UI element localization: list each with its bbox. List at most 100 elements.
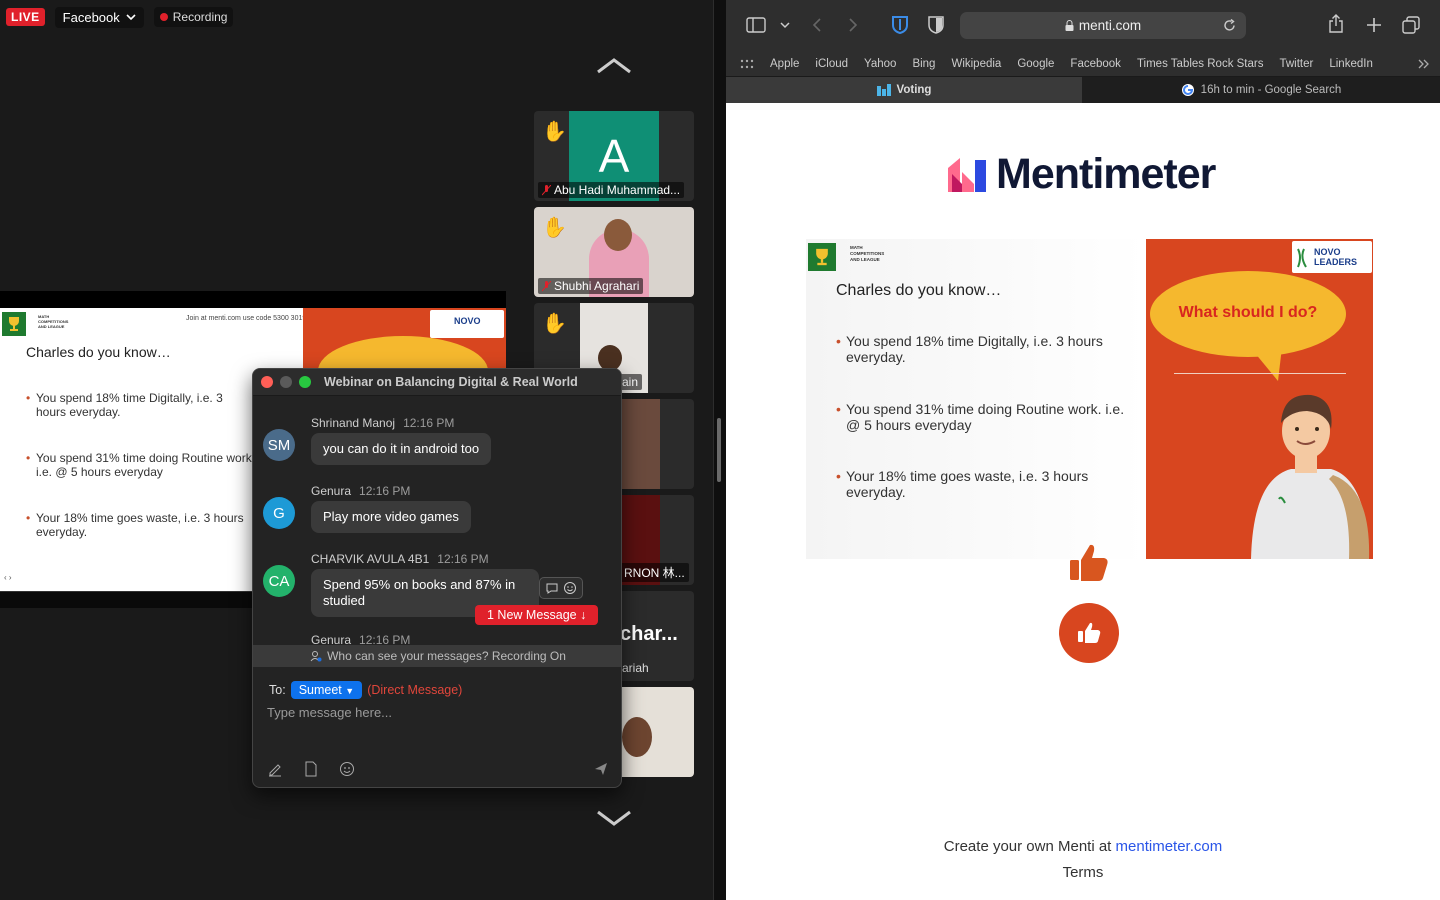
character-illustration — [1251, 394, 1370, 559]
favorite-link[interactable]: Facebook — [1070, 58, 1121, 70]
message-header: Genura 12:16 PM — [311, 484, 410, 498]
recording-indicator[interactable]: Recording — [153, 7, 234, 27]
message-header: CHARVIK AVULA 4B1 12:16 PM — [311, 552, 489, 566]
scroll-down-chevron-icon[interactable] — [594, 808, 634, 828]
forward-icon[interactable] — [848, 17, 858, 33]
chevron-down-icon[interactable] — [780, 22, 790, 29]
participant-name-text: Shubhi Agrahari — [554, 279, 640, 293]
share-icon[interactable] — [1328, 14, 1344, 34]
svg-text:NOVO: NOVO — [1314, 247, 1341, 257]
math-league-logo: MATH COMPETITIONS AND LEAGUE — [38, 314, 69, 329]
favorite-link[interactable]: Bing — [912, 58, 935, 70]
send-icon[interactable] — [593, 761, 609, 777]
recipient-dropdown[interactable]: Sumeet ▼ — [290, 681, 363, 699]
close-window-button[interactable] — [261, 376, 273, 388]
favorite-link[interactable]: Twitter — [1279, 58, 1313, 70]
share-top-bar — [0, 291, 506, 308]
bitwarden-shield-icon[interactable] — [892, 16, 908, 34]
emoji-icon[interactable] — [339, 761, 355, 777]
file-icon[interactable] — [303, 761, 319, 777]
tab-voting[interactable]: Voting — [726, 77, 1082, 103]
avatar: G — [263, 497, 295, 529]
favorite-link[interactable]: iCloud — [815, 58, 848, 70]
recipient-name: Sumeet — [298, 683, 342, 697]
chat-title: Webinar on Balancing Digital & Real Worl… — [324, 375, 578, 389]
tab-google-search[interactable]: 16h to min - Google Search — [1082, 77, 1440, 103]
participant-tile[interactable]: A ✋ Abu Hadi Muhammad... — [534, 111, 694, 201]
sender-name: CHARVIK AVULA 4B1 — [311, 552, 430, 566]
back-icon[interactable] — [812, 17, 822, 33]
zoom-meeting-window: LIVE Facebook Recording MATH COMPETITION… — [0, 0, 714, 900]
favorite-link[interactable]: LinkedIn — [1329, 58, 1372, 70]
stream-target-dropdown[interactable]: Facebook — [54, 6, 144, 28]
participant-tile[interactable]: ✋ Shubhi Agrahari — [534, 207, 694, 297]
desktop: LIVE Facebook Recording MATH COMPETITION… — [0, 0, 1440, 900]
url-text: menti.com — [1078, 18, 1142, 33]
more-favorites-icon[interactable] — [1418, 59, 1430, 69]
participant-name-large: char... — [620, 623, 678, 645]
mentimeter-logo[interactable]: Mentimeter — [948, 150, 1216, 199]
participant-name-text: RNON 林... — [624, 566, 685, 580]
scroll-up-chevron-icon[interactable] — [594, 56, 634, 76]
minimize-window-button[interactable] — [280, 376, 292, 388]
tab-overview-icon[interactable] — [1402, 16, 1420, 34]
chat-titlebar: Webinar on Balancing Digital & Real Worl… — [253, 369, 621, 396]
footer-prefix: Create your own Menti at — [943, 838, 1116, 855]
shared-slide-title: Charles do you know… — [26, 344, 171, 360]
mic-muted-icon — [542, 184, 551, 195]
participant-subname: ariah — [622, 661, 649, 675]
live-badge[interactable]: LIVE — [6, 8, 45, 26]
participant-video — [620, 399, 660, 489]
raised-hand-icon: ✋ — [542, 313, 567, 335]
zoom-top-bar: LIVE Facebook Recording — [0, 0, 714, 34]
favorite-link[interactable]: Yahoo — [864, 58, 896, 70]
format-icon[interactable] — [267, 761, 283, 777]
math-league-logo: MATH COMPETITIONS AND LEAGUE — [850, 245, 885, 262]
message-time: 12:16 PM — [359, 484, 411, 498]
thumbs-up-reaction-button[interactable] — [1059, 603, 1119, 663]
message-input[interactable] — [267, 705, 607, 720]
menti-join-text: Join at menti.com use code 5300 3019 — [186, 315, 307, 322]
person-icon — [310, 651, 322, 662]
record-dot-icon — [159, 13, 168, 21]
privacy-shield-icon[interactable] — [928, 16, 944, 34]
visibility-notice-text: Who can see your messages? Recording On — [327, 649, 566, 663]
mentimeter-logo-icon — [948, 157, 986, 192]
message-header: Shrinand Manoj 12:16 PM — [311, 416, 454, 430]
emoji-react-icon[interactable] — [563, 581, 577, 595]
favorite-link[interactable]: Wikipedia — [951, 58, 1001, 70]
direct-message-label: (Direct Message) — [367, 683, 463, 697]
shared-bullet: You spend 31% time doing Routine work. i… — [26, 451, 256, 479]
new-message-button[interactable]: 1 New Message ↓ — [475, 605, 599, 625]
sidebar-icon[interactable] — [746, 17, 766, 33]
slide-nav-arrows[interactable]: ‹ › — [4, 573, 12, 582]
new-tab-icon[interactable] — [1366, 17, 1382, 33]
google-favicon-icon — [1181, 84, 1194, 96]
safari-window: menti.com Apple iCloud Yahoo Bing Wikipe… — [726, 0, 1440, 900]
zoom-window-button[interactable] — [299, 376, 311, 388]
favorite-link[interactable]: Google — [1017, 58, 1054, 70]
participant-face — [622, 717, 652, 757]
speech-bubble-text: What should I do? — [1178, 304, 1318, 321]
mic-muted-icon — [542, 280, 551, 291]
thumbs-up-icon — [1070, 544, 1108, 581]
mentimeter-link[interactable]: mentimeter.com — [1116, 838, 1223, 855]
sender-name: Shrinand Manoj — [311, 416, 396, 430]
favorite-link[interactable]: Times Tables Rock Stars — [1137, 58, 1264, 70]
reload-icon[interactable] — [1223, 19, 1236, 32]
favorite-link[interactable]: Apple — [770, 58, 799, 70]
address-bar[interactable]: menti.com — [960, 12, 1246, 39]
favorites-bar: Apple iCloud Yahoo Bing Wikipedia Google… — [726, 51, 1440, 76]
split-view-handle[interactable] — [717, 418, 721, 482]
message-time: 12:16 PM — [403, 416, 455, 430]
reply-icon[interactable] — [545, 581, 559, 595]
tab-label: 16h to min - Google Search — [1200, 84, 1342, 96]
visibility-notice[interactable]: Who can see your messages? Recording On — [253, 645, 621, 667]
shared-bullet: You spend 18% time Digitally, i.e. 3 hou… — [26, 391, 250, 419]
sender-name: Genura — [311, 484, 352, 498]
terms-link[interactable]: Terms — [726, 864, 1440, 881]
raised-hand-icon: ✋ — [542, 217, 567, 239]
recipient-row: To: Sumeet ▼ (Direct Message) — [269, 681, 462, 699]
recording-label: Recording — [172, 10, 228, 24]
grid-icon[interactable] — [740, 59, 754, 69]
